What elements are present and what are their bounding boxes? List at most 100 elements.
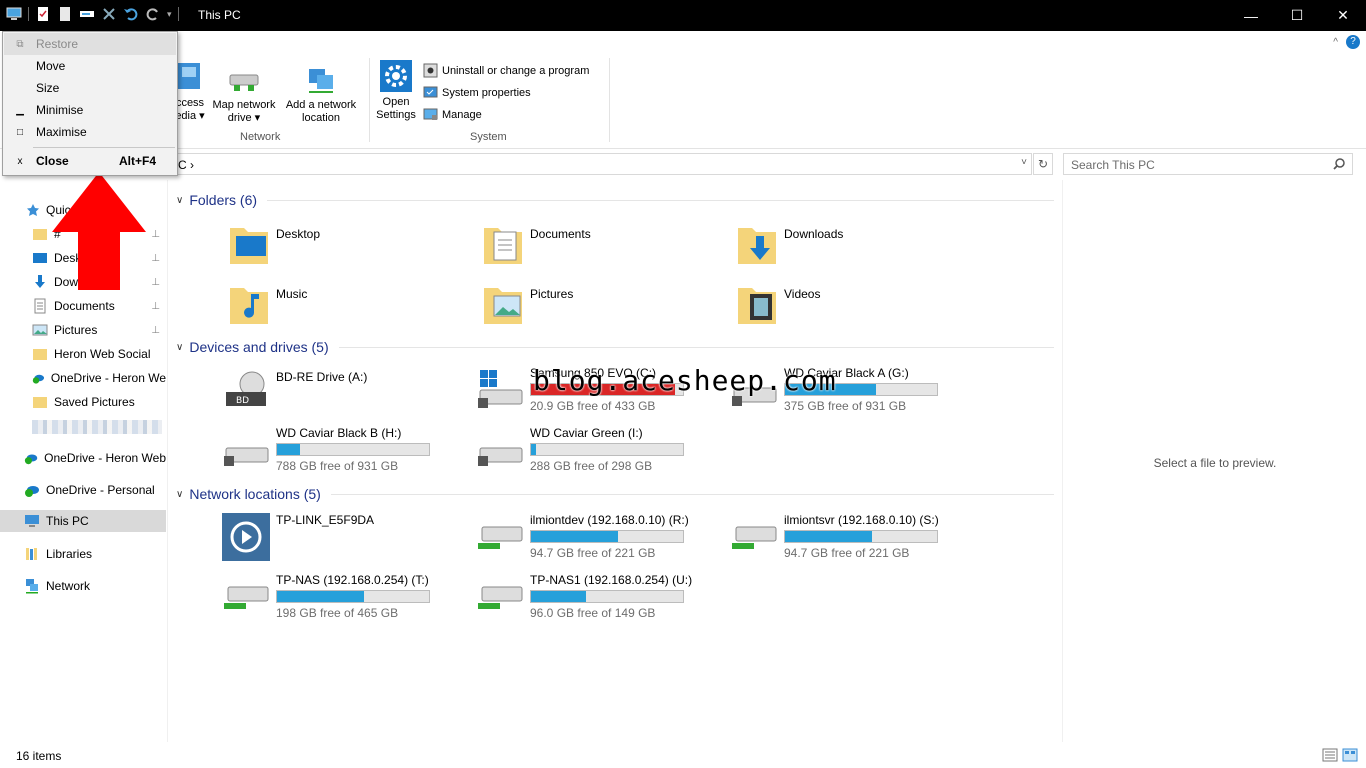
pixelated-label (32, 420, 162, 434)
menu-item-move[interactable]: Move (4, 55, 176, 77)
libraries-icon (26, 548, 37, 560)
menu-item-restore[interactable]: ⧉ Restore (4, 33, 176, 55)
nav-item-blurred[interactable] (32, 416, 166, 438)
group-header-folders[interactable]: ∨ Folders (6) (176, 192, 1054, 208)
uninstall-program-button[interactable]: Uninstall or change a program (423, 63, 589, 78)
menu-item-close[interactable]: x Close Alt+F4 (4, 150, 176, 172)
nav-onedrive-personal[interactable]: OneDrive - Personal (24, 479, 166, 501)
preview-message: Select a file to preview. (1153, 456, 1277, 470)
network-group-label: Network (240, 131, 281, 143)
manage-button[interactable]: Manage (423, 107, 482, 122)
media-server-icon (222, 513, 270, 561)
open-settings-button[interactable]: Open Settings (373, 60, 419, 122)
properties-icon[interactable] (35, 6, 51, 22)
group-header-network[interactable]: ∨ Network locations (5) (176, 486, 1054, 502)
nav-network[interactable]: Network (24, 575, 166, 597)
chevron-down-icon: ∨ (176, 488, 184, 500)
search-input[interactable]: Search This PC (1063, 153, 1353, 175)
nav-onedrive-heron-web[interactable]: OneDrive - Heron Web (24, 447, 166, 469)
nav-item-pictures[interactable]: Pictures ⊥ (32, 319, 166, 341)
window-title: This PC (198, 8, 241, 22)
group-divider (330, 493, 1054, 495)
folder-tile[interactable]: Documents (482, 222, 591, 266)
redo-icon[interactable] (145, 6, 161, 22)
folder-icon (33, 397, 47, 408)
large-icons-view-icon[interactable] (1342, 748, 1358, 762)
nav-item-documents[interactable]: Documents ⊥ (32, 295, 166, 317)
hard-drive-icon (224, 447, 269, 466)
folder-tile[interactable]: Pictures (482, 282, 573, 326)
address-path[interactable]: C › (178, 158, 194, 172)
ribbon: ^ ? ccess edia ▾ Map network drive ▾ Add… (0, 31, 1366, 149)
folder-tile[interactable]: Desktop (228, 222, 320, 266)
menu-item-minimise[interactable]: ▁ Minimise (4, 99, 176, 121)
add-network-location-button[interactable]: Add a network location (281, 67, 361, 125)
restore-icon: ⧉ (16, 38, 24, 50)
network-tile[interactable]: ilmiontdev (192.168.0.10) (R:) 94.7 GB f… (476, 513, 689, 560)
pin-icon: ⊥ (151, 228, 160, 240)
nav-item-saved-pictures[interactable]: Saved Pictures (32, 391, 166, 413)
ribbon-collapse-icon[interactable]: ^ (1333, 37, 1338, 48)
folder-tile[interactable]: Music (228, 282, 307, 326)
menu-item-size[interactable]: Size (4, 77, 176, 99)
bluray-drive-icon: BD (226, 371, 266, 406)
folder-tile[interactable]: Downloads (736, 222, 843, 266)
network-drive-icon (732, 526, 777, 549)
minimize-button[interactable]: — (1228, 0, 1274, 31)
network-drive-icon (478, 526, 523, 549)
nav-item-heron-web-social[interactable]: Heron Web Social (32, 343, 166, 365)
search-placeholder: Search This PC (1071, 158, 1155, 172)
star-icon (27, 204, 39, 216)
menu-item-maximise[interactable]: □ Maximise (4, 121, 176, 143)
rename-icon[interactable] (79, 6, 95, 22)
drive-tile[interactable]: WD Caviar Black B (H:) 788 GB free of 93… (222, 426, 430, 473)
nav-libraries[interactable]: Libraries (24, 543, 166, 565)
search-icon[interactable] (1332, 157, 1346, 171)
drive-usage-bar (530, 590, 684, 603)
pin-icon: ⊥ (151, 324, 160, 336)
media-icon (178, 63, 200, 89)
refresh-button[interactable]: ↻ (1033, 153, 1053, 175)
network-tile[interactable]: TP-NAS (192.168.0.254) (T:) 198 GB free … (222, 573, 430, 620)
network-tile[interactable]: TP-LINK_E5F9DA (222, 513, 374, 561)
new-folder-icon[interactable] (57, 6, 73, 22)
system-drive-icon (478, 370, 523, 408)
view-buttons (1322, 748, 1358, 762)
undo-icon[interactable] (123, 6, 139, 22)
map-network-drive-button[interactable]: Map network drive ▾ (207, 67, 281, 125)
system-menu: ⧉ Restore Move Size ▁ Minimise □ Maximis… (2, 31, 178, 176)
drive-tile[interactable]: WD Caviar Green (I:) 288 GB free of 298 … (476, 426, 684, 473)
maximize-button[interactable]: ☐ (1274, 0, 1320, 31)
network-tile[interactable]: TP-NAS1 (192.168.0.254) (U:) 96.0 GB fre… (476, 573, 692, 620)
drive-tile[interactable]: BD BD-RE Drive (A:) (222, 370, 367, 410)
red-arrow-icon (52, 172, 146, 290)
ribbon-separator (609, 58, 610, 142)
nav-this-pc[interactable]: This PC (0, 510, 166, 532)
group-divider (338, 346, 1054, 348)
videos-folder-icon (738, 288, 776, 324)
documents-folder-icon (484, 228, 522, 264)
uninstall-icon (423, 63, 438, 78)
system-properties-button[interactable]: System properties (423, 85, 531, 100)
help-icon[interactable]: ? (1346, 35, 1360, 49)
desktop-folder-icon (230, 228, 268, 264)
access-media-button[interactable]: ccess edia ▾ (174, 59, 206, 123)
computer-icon (25, 515, 39, 527)
network-drive-icon (478, 586, 523, 609)
details-view-icon[interactable] (1322, 748, 1338, 762)
chevron-down-icon: ∨ (176, 341, 184, 353)
chevron-down-icon[interactable]: ˅ (1021, 157, 1027, 168)
customize-qat-icon[interactable]: ▾ (167, 9, 172, 20)
manage-icon (423, 108, 438, 120)
computer-icon[interactable] (6, 6, 22, 22)
delete-icon[interactable] (101, 6, 117, 22)
nav-item-onedrive-heron[interactable]: OneDrive - Heron We (32, 367, 166, 389)
close-button[interactable]: ✕ (1320, 0, 1366, 31)
folder-tile[interactable]: Videos (736, 282, 820, 326)
network-tile[interactable]: ilmiontsvr (192.168.0.10) (S:) 94.7 GB f… (730, 513, 939, 560)
hard-drive-icon (478, 447, 523, 466)
gear-icon (380, 60, 412, 92)
address-bar[interactable]: C › ˅ (170, 153, 1032, 175)
group-header-devices[interactable]: ∨ Devices and drives (5) (176, 339, 1054, 355)
onedrive-sync-icon (24, 454, 38, 465)
